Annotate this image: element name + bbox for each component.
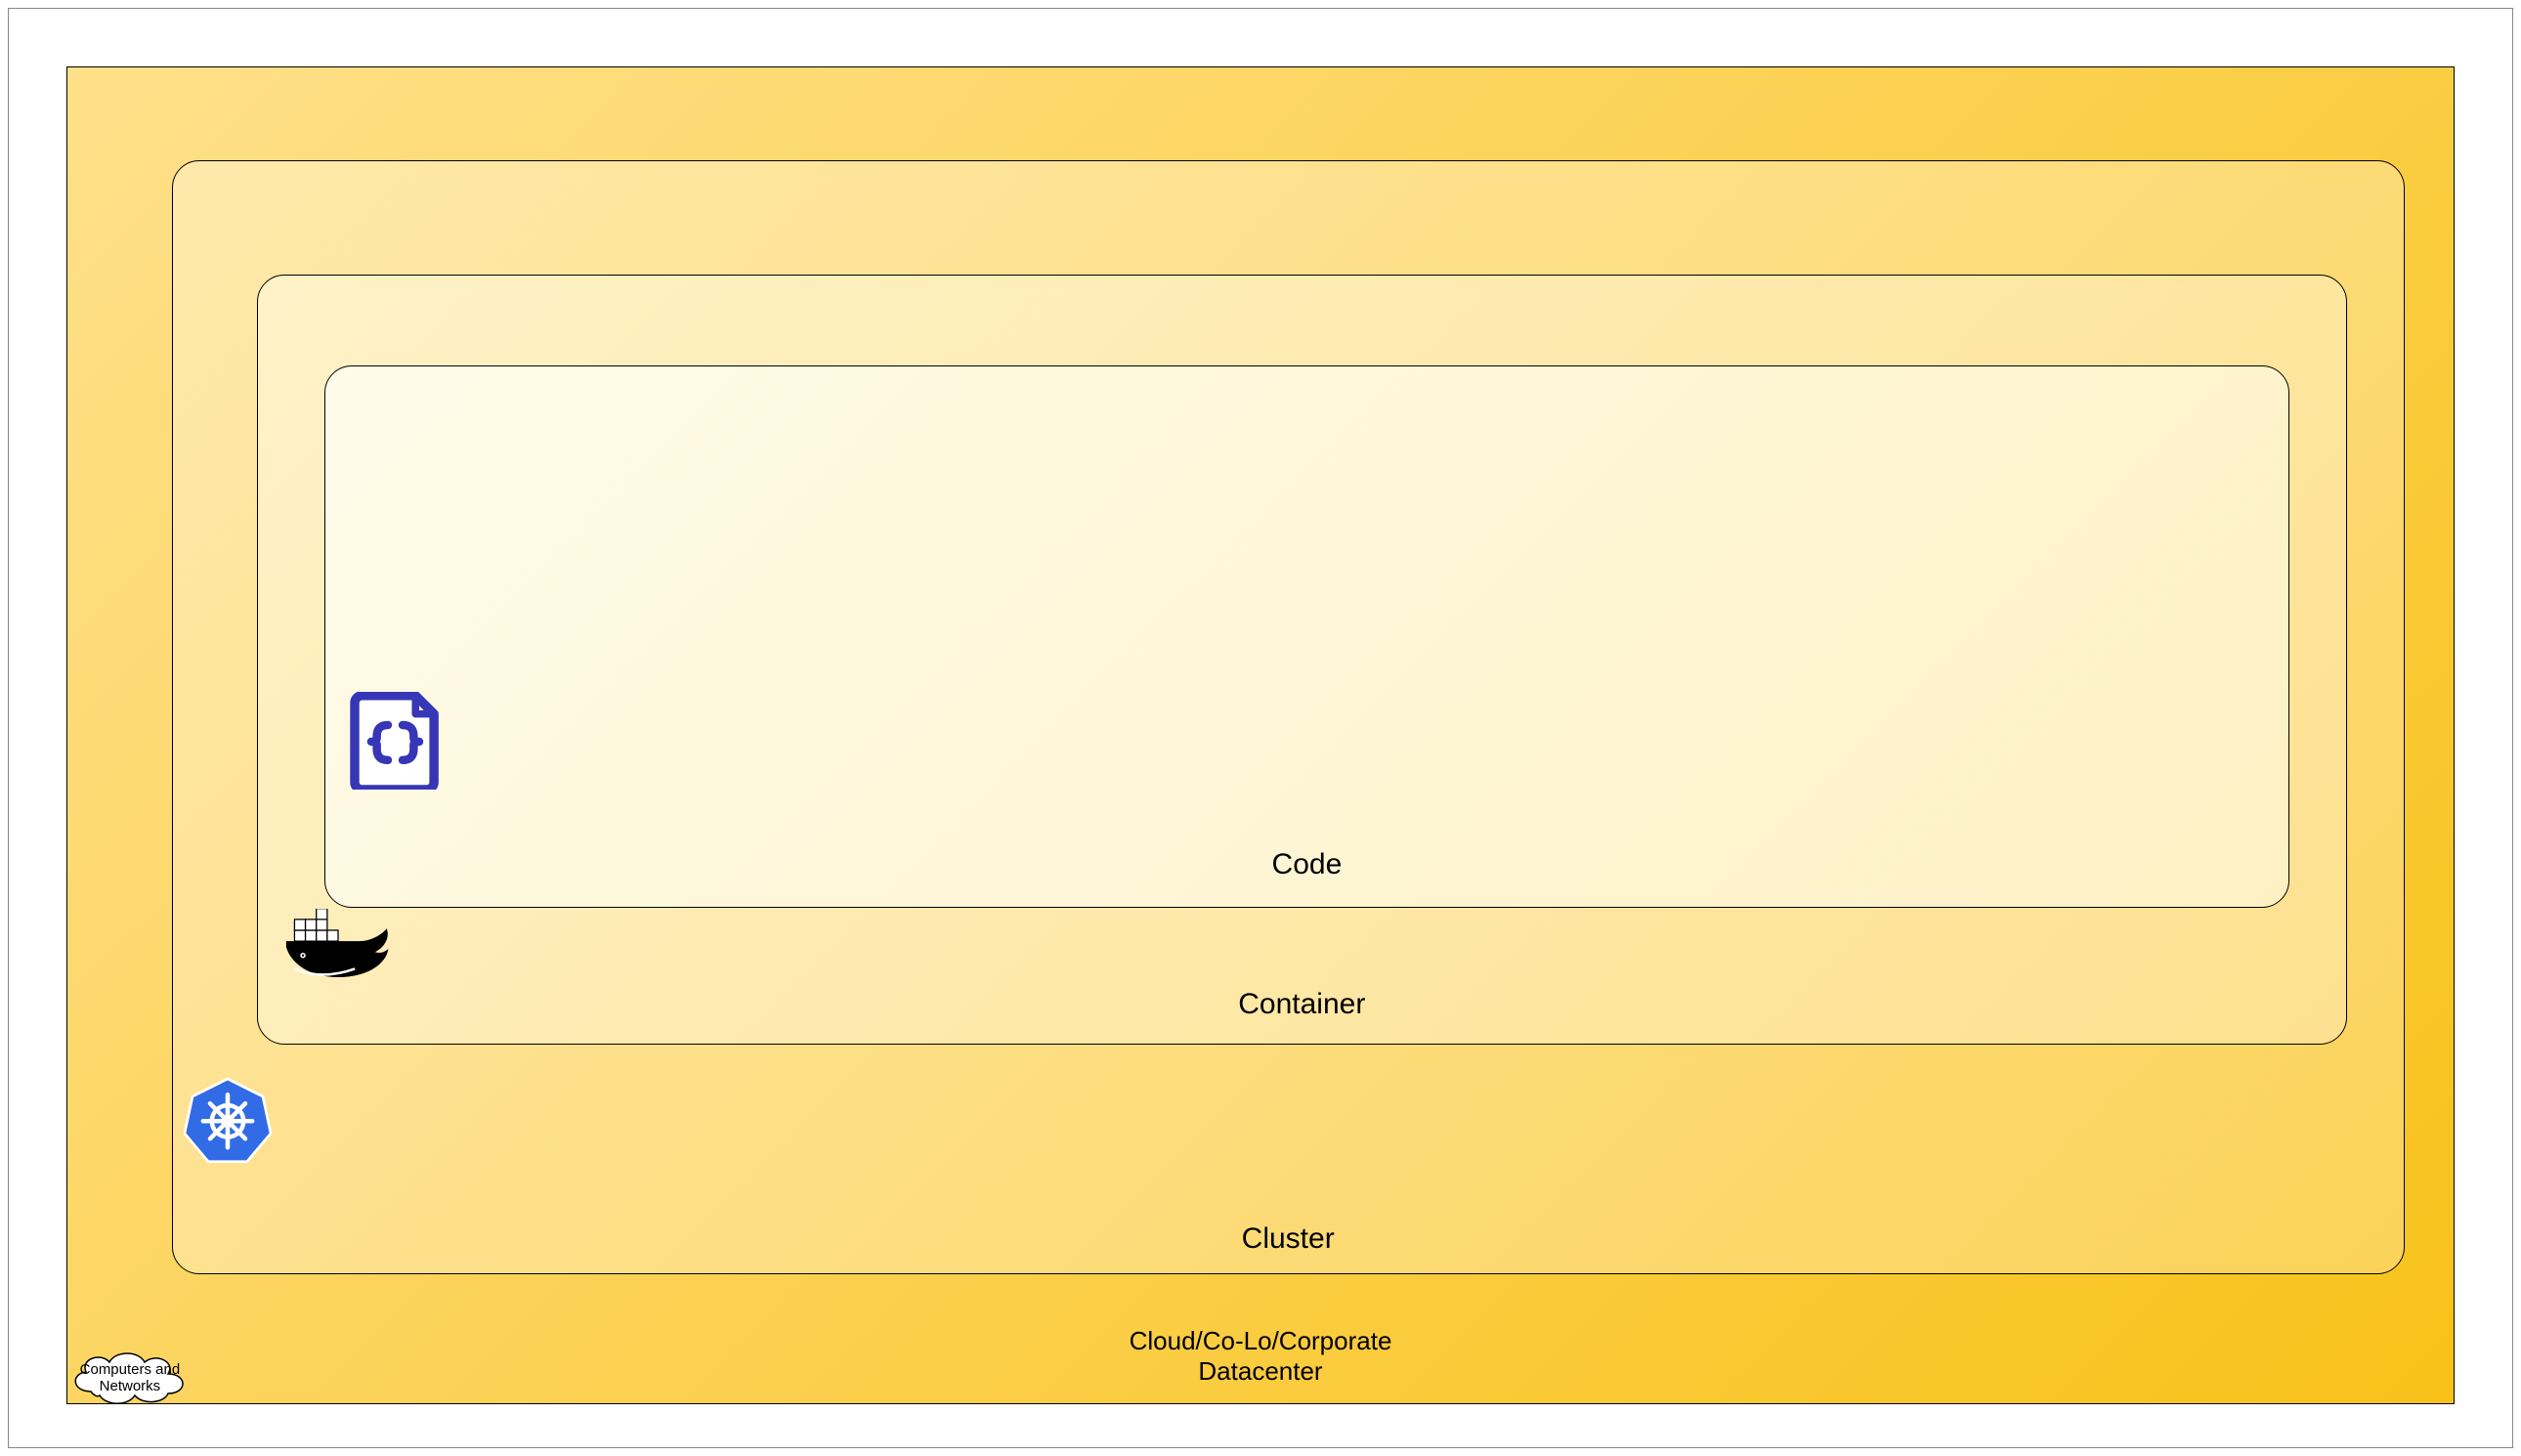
kubernetes-icon [184,1073,272,1166]
layer-code: Code [324,365,2289,908]
diagram-canvas: Cloud/Co-Lo/Corporate Datacenter Cluster… [8,8,2513,1448]
layer-cluster-label: Cluster [1242,1221,1335,1257]
layer-code-label: Code [1272,847,1343,882]
cloud-callout: Computers and Networks [66,1345,193,1411]
docker-whale-icon [279,909,397,987]
layer-container-label: Container [1238,987,1365,1022]
cloud-callout-text: Computers and Networks [66,1345,193,1411]
layer-datacenter-label: Cloud/Co-Lo/Corporate Datacenter [1130,1326,1392,1387]
code-file-icon [349,692,442,790]
